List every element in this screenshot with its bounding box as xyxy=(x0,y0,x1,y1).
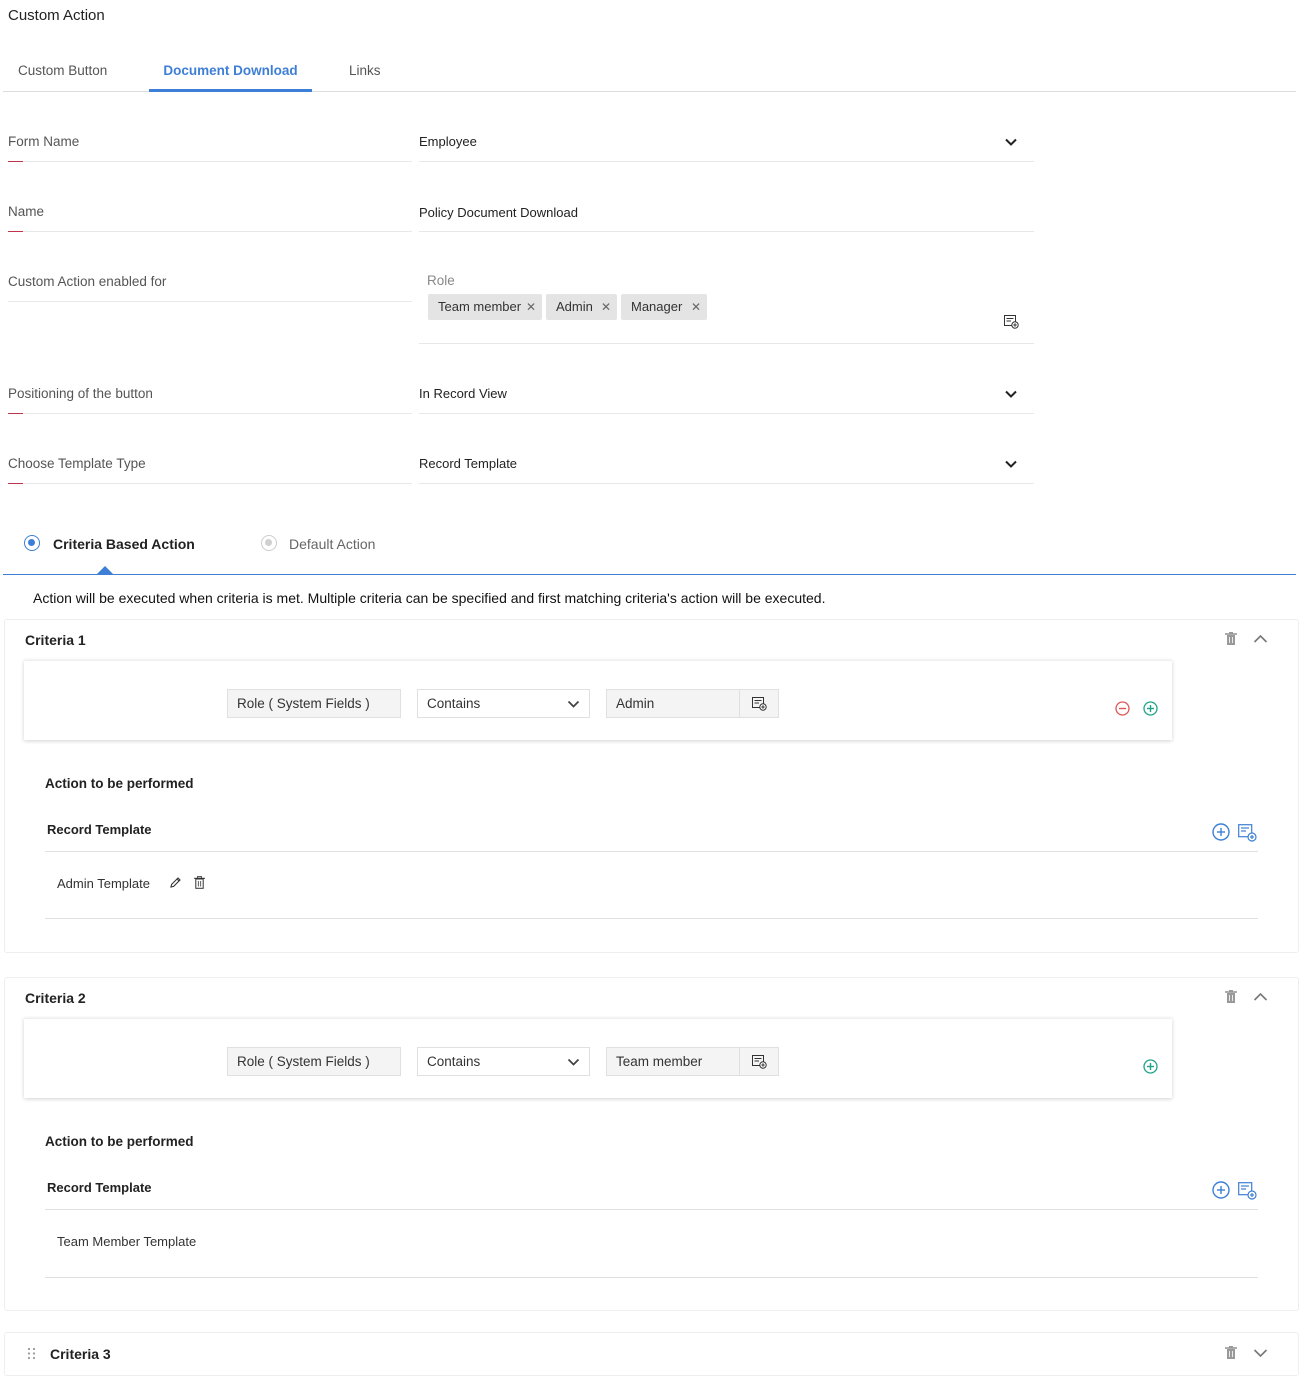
action-to-be-performed-label: Action to be performed xyxy=(45,1134,194,1149)
form-name-label-line xyxy=(8,161,412,162)
criteria-title: Criteria 2 xyxy=(25,990,86,1006)
tab-links[interactable]: Links xyxy=(349,52,381,92)
form-name-label: Form Name xyxy=(8,134,80,149)
chevron-down-icon[interactable] xyxy=(1253,1347,1268,1359)
edit-pencil-icon[interactable] xyxy=(169,876,182,889)
remove-condition-icon[interactable] xyxy=(1115,701,1130,716)
template-row-divider xyxy=(45,1277,1258,1278)
default-action-label[interactable]: Default Action xyxy=(289,536,375,552)
name-field-line xyxy=(419,231,1034,232)
role-chip-manager: Manager ✕ xyxy=(621,294,707,320)
form-name-field-line xyxy=(419,161,1034,162)
condition-value[interactable]: Admin xyxy=(606,689,740,718)
chip-label: Team member xyxy=(438,299,522,314)
template-header-divider xyxy=(45,851,1258,852)
required-mark xyxy=(8,161,23,162)
role-chip-admin: Admin ✕ xyxy=(546,294,617,320)
chip-label: Admin xyxy=(556,299,593,314)
condition-field[interactable]: Role ( System Fields ) xyxy=(227,1047,401,1076)
template-header-divider xyxy=(45,1209,1258,1210)
chevron-up-icon[interactable] xyxy=(1253,633,1268,645)
enabled-for-label: Custom Action enabled for xyxy=(8,274,167,289)
drag-handle-icon[interactable] xyxy=(27,1347,36,1360)
value-lookup-button[interactable] xyxy=(739,1047,779,1076)
chip-remove-icon[interactable]: ✕ xyxy=(526,294,536,320)
chip-label: Manager xyxy=(631,299,683,314)
criteria-title: Criteria 1 xyxy=(25,632,86,648)
role-sublabel: Role xyxy=(427,273,455,288)
chevron-down-icon[interactable] xyxy=(1004,457,1018,471)
trash-icon[interactable] xyxy=(1225,632,1237,646)
add-condition-icon[interactable] xyxy=(1143,1059,1158,1074)
role-chip-team-member: Team member ✕ xyxy=(428,294,542,320)
add-template-icon[interactable] xyxy=(1212,823,1230,841)
criteria-based-label[interactable]: Criteria Based Action xyxy=(53,536,195,552)
required-mark xyxy=(8,413,23,414)
lookup-list-icon xyxy=(752,1055,767,1069)
condition-row xyxy=(24,1018,1172,1098)
tab-document-download[interactable]: Document Download xyxy=(149,52,312,92)
condition-row xyxy=(24,660,1172,740)
template-list-icon[interactable] xyxy=(1238,1182,1257,1200)
template-type-select[interactable]: Record Template xyxy=(419,456,517,471)
enabled-for-label-line xyxy=(8,301,412,302)
page-title: Custom Action xyxy=(8,7,105,24)
template-type-label-line xyxy=(8,483,412,484)
template-name: Team Member Template xyxy=(57,1234,197,1249)
action-to-be-performed-label: Action to be performed xyxy=(45,776,194,791)
operator-value: Contains xyxy=(427,1054,481,1069)
chevron-down-icon[interactable] xyxy=(1004,387,1018,401)
chevron-down-icon xyxy=(567,1058,580,1066)
criteria-card-3[interactable] xyxy=(4,1332,1299,1376)
template-type-label: Choose Template Type xyxy=(8,456,146,471)
required-mark xyxy=(8,231,23,232)
add-template-icon[interactable] xyxy=(1212,1181,1230,1199)
lookup-list-icon xyxy=(752,697,767,711)
chip-remove-icon[interactable]: ✕ xyxy=(691,294,701,320)
template-list-icon[interactable] xyxy=(1238,824,1257,842)
required-mark xyxy=(8,483,23,484)
chip-remove-icon[interactable]: ✕ xyxy=(601,294,611,320)
pointer-caret-icon xyxy=(96,566,114,575)
form-name-select[interactable]: Employee xyxy=(419,134,477,149)
chevron-down-icon[interactable] xyxy=(1004,135,1018,149)
tab-bar: Custom Button Document Download Links xyxy=(3,52,1296,92)
default-action-radio[interactable] xyxy=(261,535,277,551)
record-template-label: Record Template xyxy=(47,822,152,837)
add-condition-icon[interactable] xyxy=(1143,701,1158,716)
name-label-line xyxy=(8,231,412,232)
positioning-select[interactable]: In Record View xyxy=(419,386,507,401)
chevron-up-icon[interactable] xyxy=(1253,991,1268,1003)
criteria-based-radio[interactable] xyxy=(24,535,40,551)
trash-icon[interactable] xyxy=(1225,990,1237,1004)
template-row-divider xyxy=(45,918,1258,919)
condition-operator-select[interactable]: Contains xyxy=(417,1047,590,1076)
section-divider xyxy=(3,574,1296,575)
positioning-label-line xyxy=(8,413,412,414)
delete-template-icon[interactable] xyxy=(194,876,205,889)
name-input[interactable]: Policy Document Download xyxy=(419,205,578,220)
template-type-field-line xyxy=(419,483,1034,484)
enabled-for-field-line xyxy=(419,343,1034,344)
chevron-down-icon xyxy=(567,700,580,708)
operator-value: Contains xyxy=(427,696,481,711)
record-template-label: Record Template xyxy=(47,1180,152,1195)
name-label: Name xyxy=(8,204,45,219)
condition-value[interactable]: Team member xyxy=(606,1047,740,1076)
positioning-label: Positioning of the button xyxy=(8,386,153,401)
tab-custom-button[interactable]: Custom Button xyxy=(18,52,107,92)
lookup-list-icon[interactable] xyxy=(1004,315,1019,329)
condition-field[interactable]: Role ( System Fields ) xyxy=(227,689,401,718)
criteria-title: Criteria 3 xyxy=(50,1346,111,1362)
positioning-field-line xyxy=(419,413,1034,414)
criteria-description: Action will be executed when criteria is… xyxy=(33,590,826,606)
trash-icon[interactable] xyxy=(1225,1346,1237,1360)
value-lookup-button[interactable] xyxy=(739,689,779,718)
condition-operator-select[interactable]: Contains xyxy=(417,689,590,718)
template-name: Admin Template xyxy=(57,876,150,891)
